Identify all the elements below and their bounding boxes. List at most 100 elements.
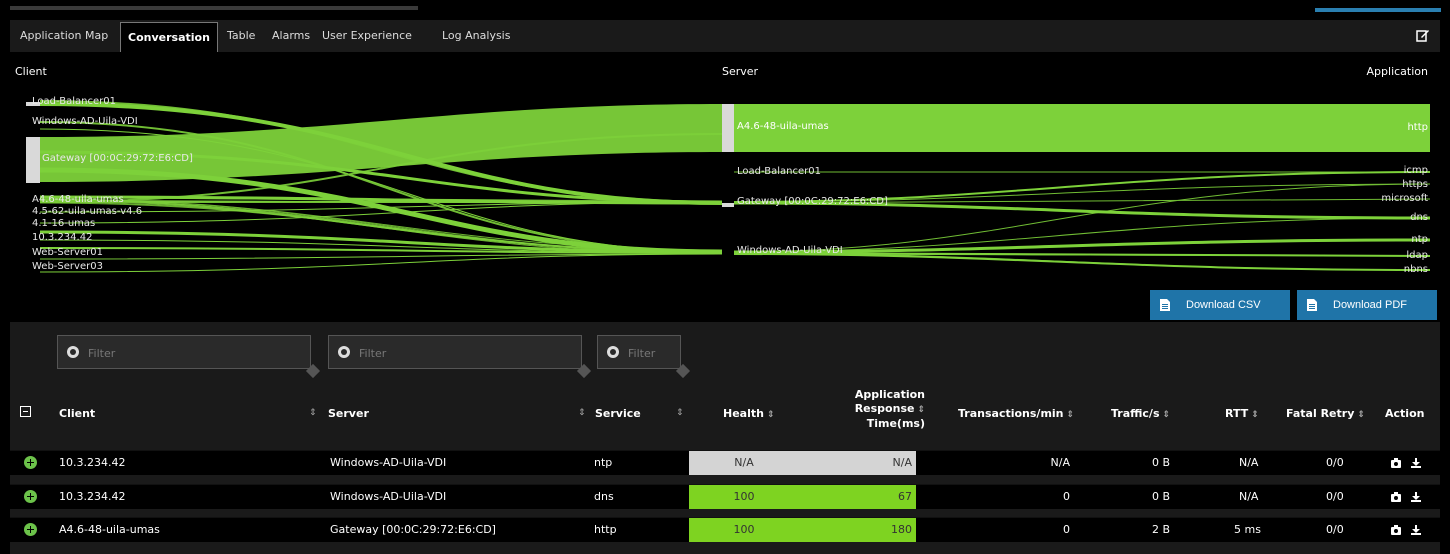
service-column-header[interactable]: Service: [595, 407, 641, 420]
collapse-all-icon[interactable]: [20, 406, 31, 417]
camera-icon[interactable]: [1391, 525, 1401, 535]
app-node-label[interactable]: ntp: [1411, 234, 1428, 245]
server-filter[interactable]: [328, 335, 592, 379]
flow-gateway-to-a4[interactable]: [40, 104, 722, 182]
client-node-label[interactable]: Web-Server03: [32, 261, 103, 272]
app-node-label[interactable]: icmp: [1404, 165, 1428, 176]
service-cell: dns: [594, 490, 614, 503]
transactions-cell: 0: [1063, 490, 1070, 503]
tab-log-analysis[interactable]: Log Analysis: [435, 23, 517, 49]
download-pdf-button[interactable]: Download PDF: [1297, 290, 1437, 320]
top-scrollbar[interactable]: [10, 6, 418, 10]
node-server-gateway[interactable]: [722, 203, 734, 207]
client-cell: 10.3.234.42: [59, 456, 126, 469]
node-client-gateway[interactable]: [26, 137, 40, 183]
client-node-label[interactable]: A4.6-48-uila-umas: [32, 194, 124, 205]
app-node-label[interactable]: https: [1402, 179, 1428, 190]
fatal-retry-column-header[interactable]: Fatal Retry ⇕: [1286, 407, 1365, 420]
sort-icon[interactable]: ⇕: [1163, 410, 1171, 420]
service-header-label: Service: [595, 407, 641, 420]
service-cell: ntp: [594, 456, 613, 469]
server-node-label[interactable]: Gateway [00:0C:29:72:E6:CD]: [737, 196, 888, 207]
client-node-label[interactable]: 10.3.234.42: [32, 232, 92, 243]
client-node-label[interactable]: Web-Server01: [32, 247, 103, 258]
sort-icon[interactable]: ⇕: [1357, 410, 1365, 420]
resize-handle[interactable]: [675, 363, 691, 379]
server-cell: Windows-AD-Uila-VDI: [330, 490, 447, 503]
client-node-label[interactable]: Load-Balancer01: [32, 96, 116, 107]
server-node-label[interactable]: Load-Balancer01: [737, 166, 821, 177]
traffic-cell: 0 B: [1152, 456, 1171, 469]
client-filter[interactable]: [57, 335, 321, 379]
tab-user-experience[interactable]: User Experience: [315, 23, 419, 49]
server-column-header[interactable]: Server: [328, 407, 369, 420]
conversation-sankey: Client Server Application Load-Balancer0…: [10, 52, 1440, 322]
expand-row-icon[interactable]: [24, 523, 37, 536]
app-node-label[interactable]: dns: [1410, 212, 1428, 223]
client-filter-input[interactable]: [86, 343, 302, 363]
client-column-header[interactable]: Client: [59, 407, 95, 420]
traffic-column-header[interactable]: Traffic/s ⇕: [1111, 407, 1170, 420]
sort-icon[interactable]: ⇕: [1067, 410, 1075, 420]
tab-conversation[interactable]: Conversation: [120, 22, 218, 53]
traffic-header-label: Traffic/s: [1111, 407, 1160, 420]
health-status-bar: N/A N/A: [689, 451, 916, 475]
tab-alarms[interactable]: Alarms: [265, 23, 317, 49]
sankey-flows: [26, 100, 1431, 273]
edit-icon[interactable]: [1416, 28, 1430, 42]
sort-icon[interactable]: ⇕: [676, 408, 684, 418]
client-node-label[interactable]: Windows-AD-Uila-VDI: [32, 116, 138, 127]
sort-icon[interactable]: ⇕: [578, 408, 586, 418]
resize-handle[interactable]: [305, 363, 321, 379]
server-node-label[interactable]: Windows-AD-Uila-VDI: [737, 245, 843, 256]
service-cell: http: [594, 523, 617, 536]
art-column-header[interactable]: Application Response ⇕ Time(ms): [825, 388, 925, 431]
tab-bar: Application Map Conversation Table Alarm…: [10, 20, 1440, 53]
app-node-label[interactable]: nbns: [1404, 264, 1428, 275]
expand-row-icon[interactable]: [24, 490, 37, 503]
resize-handle[interactable]: [576, 363, 592, 379]
sort-icon[interactable]: ⇕: [917, 403, 925, 417]
camera-icon[interactable]: [1391, 458, 1401, 468]
art-header-line: Response ⇕: [825, 402, 925, 417]
table-header: Client ⇕ Server ⇕ Service ⇕ Health ⇕ Appl…: [10, 382, 1440, 446]
sort-icon[interactable]: ⇕: [309, 408, 317, 418]
fatal-retry-header-label: Fatal Retry: [1286, 407, 1355, 420]
art-cell: 180: [891, 523, 912, 536]
node-server-a4[interactable]: [722, 104, 734, 152]
file-icon: [1160, 299, 1170, 311]
transactions-column-header[interactable]: Transactions/min ⇕: [958, 407, 1074, 420]
client-node-label[interactable]: Gateway [00:0C:29:72:E6:CD]: [42, 153, 193, 164]
app-node-label[interactable]: http: [1407, 122, 1428, 133]
sort-icon[interactable]: ⇕: [1251, 410, 1259, 420]
client-node-label[interactable]: 4.1-16-umas: [32, 218, 95, 229]
traffic-cell: 0 B: [1152, 490, 1171, 503]
tab-table[interactable]: Table: [220, 23, 262, 49]
client-cell: A4.6-48-uila-umas: [59, 523, 160, 536]
download-icon[interactable]: [1411, 458, 1421, 468]
download-csv-button[interactable]: Download CSV: [1150, 290, 1290, 320]
flow-a4-to-http[interactable]: [734, 104, 1430, 152]
download-icon[interactable]: [1411, 492, 1421, 502]
table-row[interactable]: 10.3.234.42 Windows-AD-Uila-VDI dns 100 …: [10, 484, 1440, 509]
health-cell: N/A: [734, 456, 754, 469]
client-node-label[interactable]: 4.5-62-uila-umas-v4.6: [32, 206, 142, 217]
table-row[interactable]: A4.6-48-uila-umas Gateway [00:0C:29:72:E…: [10, 517, 1440, 542]
server-node-label[interactable]: A4.6-48-uila-umas: [737, 121, 829, 132]
service-filter-input[interactable]: [626, 343, 672, 363]
expand-row-icon[interactable]: [24, 456, 37, 469]
app-node-label[interactable]: ldap: [1406, 250, 1428, 261]
table-row[interactable]: 10.3.234.42 Windows-AD-Uila-VDI ntp N/A …: [10, 450, 1440, 475]
rtt-column-header[interactable]: RTT ⇕: [1225, 407, 1259, 420]
download-icon[interactable]: [1411, 525, 1421, 535]
health-status-bar: 100 180: [689, 518, 916, 542]
service-filter[interactable]: [597, 335, 691, 379]
download-pdf-label: Download PDF: [1333, 299, 1407, 311]
app-node-label[interactable]: microsoft: [1381, 193, 1428, 204]
health-column-header[interactable]: Health ⇕: [723, 407, 775, 420]
sort-icon[interactable]: ⇕: [767, 410, 775, 420]
health-header-label: Health: [723, 407, 764, 420]
tab-application-map[interactable]: Application Map: [13, 23, 115, 49]
camera-icon[interactable]: [1391, 492, 1401, 502]
server-filter-input[interactable]: [357, 343, 573, 363]
